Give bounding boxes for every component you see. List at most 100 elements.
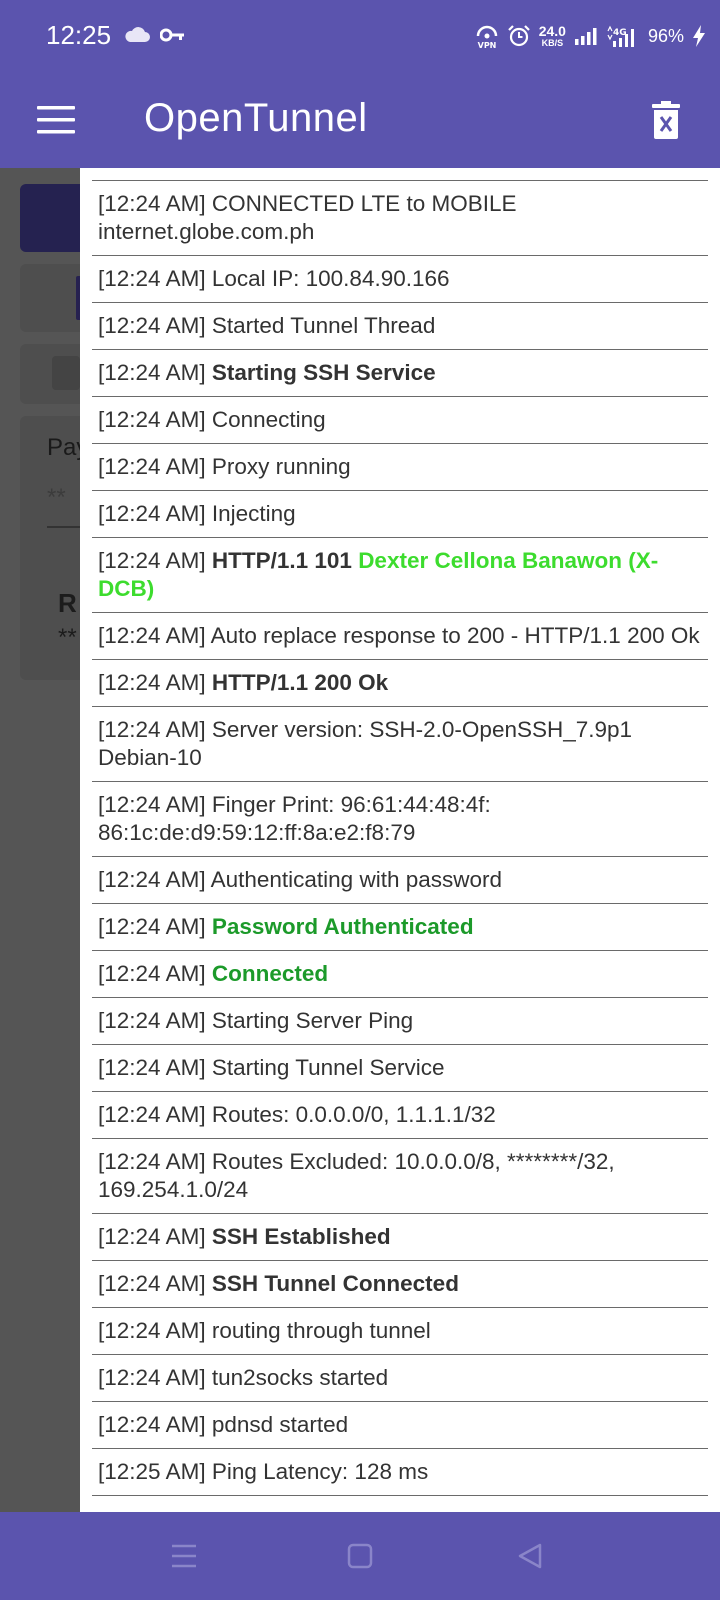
log-message: Routes: 0.0.0.0/0, 1.1.1.1/32 bbox=[211, 1102, 496, 1127]
log-entry: [12:24 AM] HTTP/1.1 200 Ok bbox=[92, 660, 708, 707]
charging-icon bbox=[693, 25, 705, 47]
log-message: HTTP/1.1 200 Ok bbox=[211, 670, 389, 695]
status-icons: VPN 24.0 KB/S 4G 96% bbox=[475, 18, 706, 54]
bg-remote-value: ** bbox=[58, 624, 77, 651]
log-message: Password Authenticated bbox=[211, 914, 474, 939]
log-message: Starting SSH Service bbox=[211, 360, 436, 385]
navigation-bar bbox=[0, 1512, 720, 1600]
bg-remote-label: R bbox=[58, 588, 77, 618]
log-entry: [12:24 AM] HTTP/1.1 101 Dexter Cellona B… bbox=[92, 538, 708, 613]
log-entry: [12:24 AM] Server version: SSH-2.0-OpenS… bbox=[92, 707, 708, 782]
log-entry: [12:24 AM] SSH Tunnel Connected bbox=[92, 1261, 708, 1308]
back-icon bbox=[518, 1543, 542, 1569]
log-entry: [12:24 AM] Injecting bbox=[92, 491, 708, 538]
log-entry: [12:25 AM] Ping Latency: 128 ms bbox=[92, 1449, 708, 1496]
log-entry: [12:24 AM] Local IP: 100.84.90.166 bbox=[92, 256, 708, 303]
log-entry: [12:24 AM] routing through tunnel bbox=[92, 1308, 708, 1355]
log-timestamp: [12:24 AM] bbox=[98, 867, 206, 892]
back-button[interactable] bbox=[510, 1538, 550, 1574]
log-entry: [12:24 AM] Connected bbox=[92, 951, 708, 998]
bg-checkbox bbox=[52, 356, 80, 390]
log-timestamp: [12:24 AM] bbox=[98, 1412, 206, 1437]
log-timestamp: [12:24 AM] bbox=[98, 548, 206, 573]
status-bar: 12:25 VPN 24.0 KB/S 4G 96% bbox=[0, 0, 720, 72]
log-timestamp: [12:24 AM] bbox=[98, 1008, 206, 1033]
log-timestamp: [12:24 AM] bbox=[98, 191, 206, 216]
cloud-icon bbox=[125, 27, 150, 42]
log-list[interactable]: [12:24 AM] CONNECTED LTE to MOBILE inter… bbox=[92, 180, 708, 1496]
log-entry: [12:24 AM] Authenticating with password bbox=[92, 857, 708, 904]
log-message: Ping Latency: 128 ms bbox=[211, 1459, 429, 1484]
log-entry: [12:24 AM] Connecting bbox=[92, 397, 708, 444]
key-icon bbox=[160, 28, 184, 42]
log-entry: [12:24 AM] tun2socks started bbox=[92, 1355, 708, 1402]
log-message: Proxy running bbox=[211, 454, 351, 479]
log-message: tun2socks started bbox=[211, 1365, 389, 1390]
status-time: 12:25 bbox=[46, 20, 112, 50]
log-timestamp: [12:24 AM] bbox=[98, 360, 206, 385]
log-timestamp: [12:24 AM] bbox=[98, 1149, 206, 1174]
log-entry: [12:24 AM] CONNECTED LTE to MOBILE inter… bbox=[92, 181, 708, 256]
app-title: OpenTunnel bbox=[144, 96, 368, 140]
log-timestamp: [12:24 AM] bbox=[98, 313, 206, 338]
signal-4g-icon: 4G bbox=[607, 25, 634, 47]
log-timestamp: [12:24 AM] bbox=[98, 407, 206, 432]
log-timestamp: [12:24 AM] bbox=[98, 1055, 206, 1080]
trash-icon bbox=[652, 101, 680, 139]
log-entry: [12:24 AM] Finger Print: 96:61:44:48:4f:… bbox=[92, 782, 708, 857]
clear-log-button[interactable] bbox=[644, 90, 688, 150]
log-message: Started Tunnel Thread bbox=[211, 313, 436, 338]
log-message: routing through tunnel bbox=[211, 1318, 431, 1343]
log-timestamp: [12:24 AM] bbox=[98, 717, 206, 742]
home-icon bbox=[347, 1543, 373, 1569]
log-timestamp: [12:24 AM] bbox=[98, 914, 206, 939]
bg-payload-value: ** bbox=[47, 484, 66, 511]
log-timestamp: [12:24 AM] bbox=[98, 454, 206, 479]
recent-apps-button[interactable] bbox=[164, 1538, 204, 1574]
log-message: Connecting bbox=[211, 407, 326, 432]
log-entry: [12:24 AM] Auto replace response to 200 … bbox=[92, 613, 708, 660]
log-timestamp: [12:24 AM] bbox=[98, 670, 206, 695]
log-entry: [12:24 AM] Proxy running bbox=[92, 444, 708, 491]
network-speed-unit: KB/S bbox=[541, 38, 564, 48]
signal-icon bbox=[574, 28, 597, 45]
log-message: Connected bbox=[211, 961, 329, 986]
hamburger-menu-icon bbox=[37, 106, 75, 134]
log-entry: [12:24 AM] Routes: 0.0.0.0/0, 1.1.1.1/32 bbox=[92, 1092, 708, 1139]
log-message: SSH Established bbox=[211, 1224, 391, 1249]
network-speed-value: 24.0 bbox=[538, 23, 566, 39]
log-message: pdnsd started bbox=[211, 1412, 349, 1437]
log-timestamp: [12:24 AM] bbox=[98, 501, 206, 526]
menu-button[interactable] bbox=[30, 94, 82, 146]
log-entry: [12:24 AM] Starting SSH Service bbox=[92, 350, 708, 397]
log-message: Authenticating with password bbox=[210, 867, 503, 892]
home-button[interactable] bbox=[340, 1538, 380, 1574]
log-message: Local IP: 100.84.90.166 bbox=[211, 266, 450, 291]
log-timestamp: [12:24 AM] bbox=[98, 961, 206, 986]
log-timestamp: [12:24 AM] bbox=[98, 1271, 206, 1296]
log-message: Starting Tunnel Service bbox=[211, 1055, 445, 1080]
log-timestamp: [12:24 AM] bbox=[98, 266, 206, 291]
log-entry: [12:24 AM] pdnsd started bbox=[92, 1402, 708, 1449]
log-message: Starting Server Ping bbox=[211, 1008, 414, 1033]
log-message: Injecting bbox=[211, 501, 296, 526]
log-timestamp: [12:24 AM] bbox=[98, 792, 206, 817]
alarm-icon bbox=[507, 25, 530, 47]
log-entry: [12:24 AM] Starting Tunnel Service bbox=[92, 1045, 708, 1092]
log-timestamp: [12:24 AM] bbox=[98, 1318, 206, 1343]
log-timestamp: [12:24 AM] bbox=[98, 623, 206, 648]
log-timestamp: [12:24 AM] bbox=[98, 1102, 206, 1127]
log-timestamp: [12:24 AM] bbox=[98, 1365, 206, 1390]
vpn-label: VPN bbox=[477, 41, 496, 50]
recent-apps-icon bbox=[172, 1544, 196, 1568]
log-message: HTTP/1.1 101 bbox=[211, 548, 352, 573]
log-dialog[interactable]: [12:24 AM] CONNECTED LTE to MOBILE inter… bbox=[80, 168, 720, 1512]
log-entry: [12:24 AM] SSH Established bbox=[92, 1214, 708, 1261]
log-entry: [12:24 AM] Routes Excluded: 10.0.0.0/8, … bbox=[92, 1139, 708, 1214]
log-message: Auto replace response to 200 - HTTP/1.1 … bbox=[210, 623, 700, 648]
log-timestamp: [12:24 AM] bbox=[98, 1224, 206, 1249]
log-timestamp: [12:25 AM] bbox=[98, 1459, 206, 1484]
log-entry: [12:24 AM] Starting Server Ping bbox=[92, 998, 708, 1045]
vpn-icon: VPN bbox=[476, 25, 497, 50]
log-entry: [12:24 AM] Password Authenticated bbox=[92, 904, 708, 951]
